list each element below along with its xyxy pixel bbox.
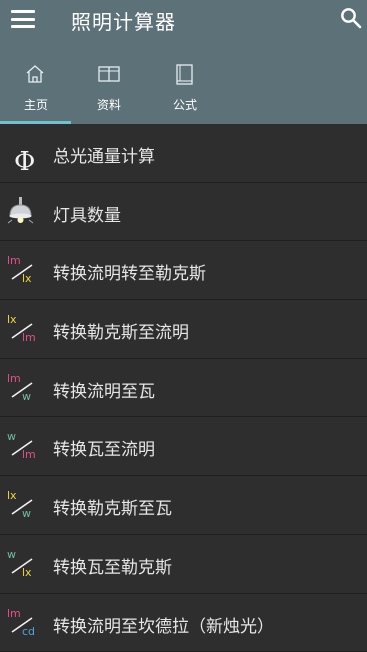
- w-lx-icon: w lx: [6, 548, 38, 580]
- unit-bottom: cd: [22, 625, 35, 638]
- lm-w-icon: lm w: [6, 372, 38, 404]
- list-item-label: 转换流明至坎德拉（新烛光）: [53, 612, 274, 637]
- tab-materials[interactable]: 资料: [73, 55, 145, 124]
- book-open-icon: [97, 63, 121, 85]
- list-item-label: 总光通量计算: [53, 142, 155, 167]
- unit-bottom: lm: [22, 448, 36, 461]
- lamp-icon: [6, 196, 38, 228]
- list-item-lumen-to-watt[interactable]: lm w 转换流明至瓦: [0, 359, 367, 418]
- app-title: 照明计算器: [71, 6, 176, 35]
- search-icon[interactable]: [340, 7, 362, 29]
- lx-lm-icon: lx lm: [6, 313, 38, 345]
- list-item-label: 转换瓦至勒克斯: [53, 553, 172, 578]
- list-item-label: 转换勒克斯至瓦: [53, 494, 172, 519]
- lx-w-icon: lx w: [6, 489, 38, 521]
- w-lm-icon: w lm: [6, 430, 38, 462]
- tab-formulas[interactable]: 公式: [149, 55, 221, 124]
- list-item-label: 转换瓦至流明: [53, 435, 155, 460]
- list-item-lumen-to-lux[interactable]: lm lx 转换流明转至勒克斯: [0, 241, 367, 300]
- toolbar: 照明计算器: [0, 0, 367, 40]
- tab-label: 主页: [0, 96, 72, 113]
- list-item-label: 转换流明至瓦: [53, 377, 155, 402]
- unit-bottom: w: [22, 390, 31, 403]
- list-item-total-flux[interactable]: Φ 总光通量计算: [0, 124, 367, 183]
- unit-bottom: lx: [22, 272, 32, 285]
- unit-bottom: lx: [22, 566, 32, 579]
- tab-label: 资料: [73, 96, 145, 113]
- phi-icon: Φ: [6, 137, 38, 169]
- list-item-label: 转换流明转至勒克斯: [53, 259, 206, 284]
- menu-icon[interactable]: [10, 8, 36, 30]
- list-item-watt-to-lumen[interactable]: w lm 转换瓦至流明: [0, 417, 367, 476]
- unit-bottom: lm: [22, 331, 36, 344]
- list-item-luminaire-count[interactable]: 灯具数量: [0, 183, 367, 242]
- list-item-label: 灯具数量: [53, 201, 121, 226]
- list-item-watt-to-lux[interactable]: w lx 转换瓦至勒克斯: [0, 535, 367, 594]
- tab-home[interactable]: 主页: [0, 55, 72, 124]
- tab-bar: 主页 资料 公式: [0, 55, 367, 124]
- tab-label: 公式: [149, 96, 221, 113]
- book-icon: [173, 63, 195, 87]
- list-item-lux-to-lumen[interactable]: lx lm 转换勒克斯至流明: [0, 300, 367, 359]
- app-header: 照明计算器 主页 资料: [0, 0, 367, 124]
- list-item-label: 转换勒克斯至流明: [53, 318, 189, 343]
- lm-lx-icon: lm lx: [6, 254, 38, 286]
- home-icon: [24, 63, 46, 85]
- list-item-lux-to-watt[interactable]: lx w 转换勒克斯至瓦: [0, 476, 367, 535]
- calculator-list: Φ 总光通量计算 灯具数量 lm lx 转换流明转至勒克斯 lx: [0, 124, 367, 652]
- list-item-lumen-to-candela[interactable]: lm cd 转换流明至坎德拉（新烛光）: [0, 594, 367, 652]
- lm-cd-icon: lm cd: [6, 607, 38, 639]
- unit-bottom: w: [22, 507, 31, 520]
